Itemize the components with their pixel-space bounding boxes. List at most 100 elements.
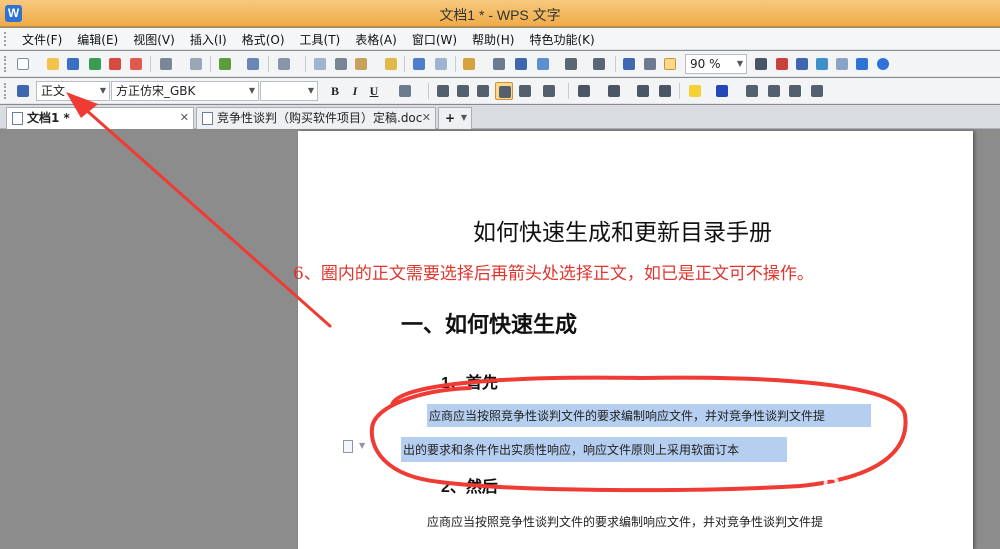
bold-button[interactable]: B (327, 83, 343, 99)
columns-icon[interactable] (562, 55, 580, 73)
redo-icon[interactable] (432, 55, 450, 73)
align-center-icon[interactable] (454, 82, 472, 100)
toolbar-grip[interactable] (4, 83, 8, 99)
toolbar-separator (568, 83, 569, 99)
align-right-icon[interactable] (474, 82, 492, 100)
close-icon[interactable]: ✕ (180, 108, 189, 128)
page-break-icon[interactable] (244, 55, 262, 73)
undo-icon[interactable] (410, 55, 428, 73)
print-icon[interactable] (157, 55, 175, 73)
template-icon[interactable] (833, 55, 851, 73)
align-left-icon[interactable] (434, 82, 452, 100)
style-select[interactable]: 正文 ▼ (36, 81, 110, 101)
menu-table[interactable]: 表格(A) (355, 31, 397, 48)
subscript-icon[interactable] (808, 82, 826, 100)
chevron-down-icon[interactable]: ▼ (734, 55, 746, 73)
distributed-icon[interactable] (516, 82, 534, 100)
menu-insert[interactable]: 插入(I) (190, 31, 227, 48)
export-image-icon[interactable] (127, 55, 145, 73)
close-icon[interactable]: ✕ (422, 108, 431, 128)
tab-competitive-negotiation-doc[interactable]: 竞争性谈判（购买软件项目）定稿.doc ✕ (196, 107, 436, 129)
highlight-icon[interactable] (686, 82, 704, 100)
new-document-icon[interactable] (14, 55, 32, 73)
pen-icon[interactable] (793, 55, 811, 73)
new-tab-button[interactable]: + ▼ (438, 107, 472, 129)
selected-paragraph-line-2[interactable]: 出的要求和条件作出实质性响应，响应文件原则上采用软面订本 (401, 437, 787, 462)
chevron-down-icon[interactable]: ▼ (305, 82, 317, 100)
menu-bar: 文件(F) 编辑(E) 视图(V) 插入(I) 格式(O) 工具(T) 表格(A… (0, 28, 1000, 50)
superscript-icon[interactable] (786, 82, 804, 100)
text-box-icon[interactable] (620, 55, 638, 73)
watermark-cn: 经验 (901, 476, 946, 501)
menu-file[interactable]: 文件(F) (22, 31, 62, 48)
document-icon (202, 112, 213, 125)
strikethrough-icon[interactable] (396, 82, 414, 100)
insert-object-icon[interactable] (216, 55, 234, 73)
chevron-down-icon[interactable]: ▼ (461, 108, 467, 128)
numbering-icon[interactable] (575, 82, 593, 100)
toolbar-separator (210, 56, 211, 72)
menu-edit[interactable]: 编辑(E) (77, 31, 118, 48)
tab-label: 竞争性谈判（购买软件项目）定稿.doc (217, 111, 423, 125)
decrease-indent-icon[interactable] (634, 82, 652, 100)
toolbar-grip[interactable] (4, 56, 8, 72)
save-icon[interactable] (64, 55, 82, 73)
navigation-icon[interactable] (813, 55, 831, 73)
paragraph-layout-icon[interactable] (343, 440, 353, 453)
menu-help[interactable]: 帮助(H) (472, 31, 514, 48)
menu-format[interactable]: 格式(O) (242, 31, 285, 48)
symbol-icon[interactable] (512, 55, 530, 73)
send-icon[interactable] (86, 55, 104, 73)
paragraph-line[interactable]: 应商应当按照竞争性谈判文件的要求编制响应文件，并对竞争性谈判文件提 (427, 513, 823, 530)
format-painter-icon[interactable] (382, 55, 400, 73)
tab-document1[interactable]: 文档1 * ✕ (6, 107, 194, 129)
standard-toolbar: 90 % ▼ (0, 51, 1000, 77)
italic-button[interactable]: I (347, 83, 363, 99)
print-preview-icon[interactable] (187, 55, 205, 73)
menu-view[interactable]: 视图(V) (133, 31, 175, 48)
find-icon[interactable] (752, 55, 770, 73)
toolbar-separator (404, 56, 405, 72)
line-spacing-icon[interactable] (540, 82, 558, 100)
menu-tools[interactable]: 工具(T) (300, 31, 341, 48)
increase-indent-icon[interactable] (656, 82, 674, 100)
spell-check-icon[interactable] (773, 55, 791, 73)
help-icon[interactable] (874, 55, 892, 73)
selected-paragraph-line-1[interactable]: 应商应当按照竞争性谈判文件的要求编制响应文件，并对竞争性谈判文件提 (427, 404, 871, 427)
justify-icon[interactable] (495, 82, 513, 100)
header-footer-icon[interactable] (460, 55, 478, 73)
traditional-chinese-icon[interactable] (275, 55, 293, 73)
chevron-down-icon[interactable]: ▼ (359, 441, 365, 450)
formula-icon[interactable] (490, 55, 508, 73)
page-width-icon[interactable] (661, 55, 679, 73)
open-folder-icon[interactable] (44, 55, 62, 73)
zoom-select[interactable]: 90 % ▼ (685, 54, 747, 74)
menu-items: 文件(F) 编辑(E) 视图(V) 插入(I) 格式(O) 工具(T) 表格(A… (22, 31, 595, 48)
paw-icon: du (862, 471, 895, 501)
hyperlink-icon[interactable] (641, 55, 659, 73)
styles-icon[interactable] (14, 82, 32, 100)
chevron-down-icon[interactable]: ▼ (97, 82, 109, 100)
baidu-jingyan-watermark: Baidu 经验 (822, 470, 945, 502)
shrink-font-icon[interactable] (765, 82, 783, 100)
toolbar-separator (305, 56, 306, 72)
menu-grip[interactable] (4, 32, 8, 46)
paste-icon[interactable] (352, 55, 370, 73)
toolbar-separator (150, 56, 151, 72)
toolbar-separator (615, 56, 616, 72)
bullets-icon[interactable] (605, 82, 623, 100)
copy-icon[interactable] (311, 55, 329, 73)
font-select[interactable]: 方正仿宋_GBK ▼ (111, 81, 259, 101)
grow-font-icon[interactable] (743, 82, 761, 100)
chevron-down-icon[interactable]: ▼ (246, 82, 258, 100)
underline-button[interactable]: U (366, 83, 382, 99)
font-size-select[interactable]: ▼ (260, 81, 318, 101)
chart-icon[interactable] (590, 55, 608, 73)
export-pdf-icon[interactable] (106, 55, 124, 73)
font-color-icon[interactable] (713, 82, 731, 100)
menu-special-features[interactable]: 特色功能(K) (529, 31, 594, 48)
cut-icon[interactable] (332, 55, 350, 73)
menu-window[interactable]: 窗口(W) (412, 31, 457, 48)
share-icon[interactable] (853, 55, 871, 73)
table-icon[interactable] (534, 55, 552, 73)
